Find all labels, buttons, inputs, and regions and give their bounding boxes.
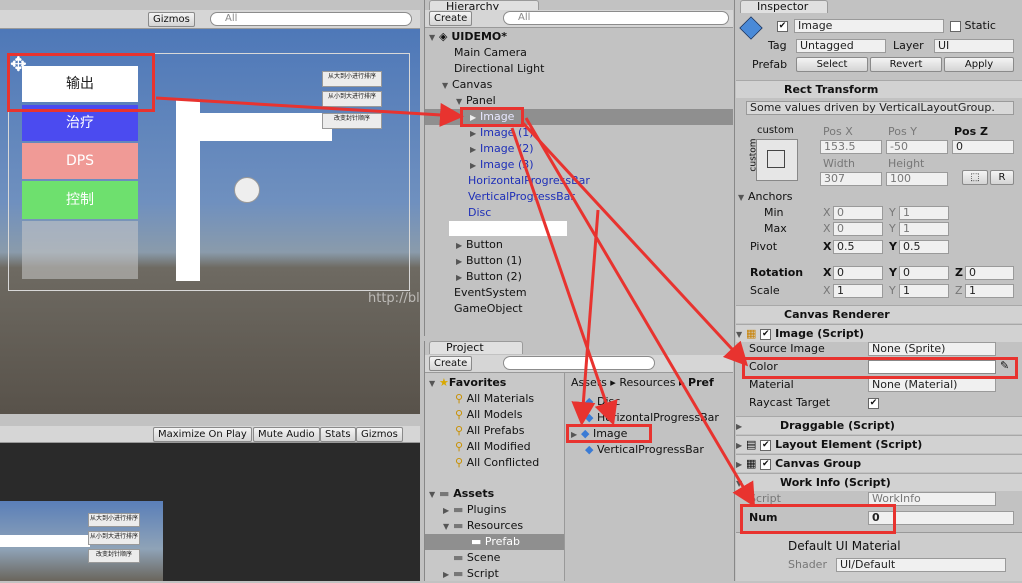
arrow-scene-to-hierarchy [155,96,464,127]
arrow-hierarchy-to-color [520,120,749,367]
arrow-to-project-row [571,209,600,426]
annotation-arrows [155,96,756,508]
arrow-hierarchy-to-project [510,127,618,426]
arrow-hierarchy-to-num [524,117,756,508]
